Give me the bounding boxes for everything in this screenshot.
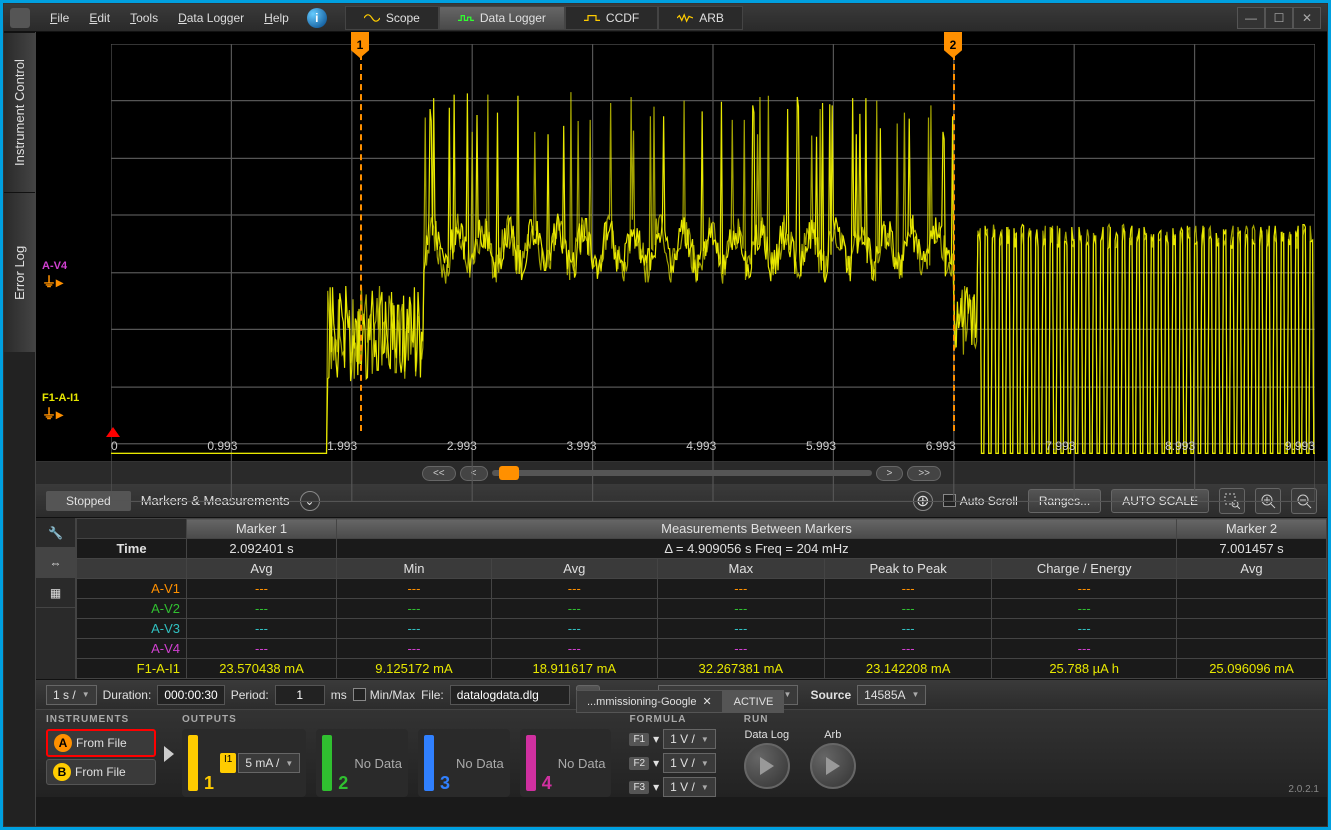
instruments-header: INSTRUMENTS — [46, 714, 156, 725]
run-arb-button[interactable] — [810, 743, 856, 789]
run-datalog-button[interactable] — [744, 743, 790, 789]
source-label: Source — [810, 688, 851, 702]
run-header: RUN — [744, 714, 856, 725]
y-label-v4: A-V4⏚▸ — [42, 260, 67, 292]
source-select[interactable]: 14585A — [857, 685, 926, 705]
scroll-handle[interactable] — [499, 466, 519, 480]
play-icon[interactable] — [164, 724, 174, 784]
waveform-plot — [111, 44, 1315, 502]
menu-tools[interactable]: Tools — [120, 7, 168, 29]
sidetab-error-log[interactable]: Error Log — [4, 192, 35, 352]
measurement-table: Marker 1 Measurements Between Markers Ma… — [76, 518, 1327, 679]
mode-scope[interactable]: Scope — [345, 6, 439, 30]
app-icon — [10, 8, 30, 28]
delta-freq: Δ = 4.909056 s Freq = 204 mHz — [337, 539, 1177, 559]
file-field[interactable]: datalogdata.dlg — [450, 685, 570, 705]
mode-scope-label: Scope — [386, 11, 420, 25]
table-row: A-V1------------------ — [77, 579, 1327, 599]
output-ch3[interactable]: 3No Data — [418, 729, 510, 797]
y-label-i1: F1-A-I1⏚▸ — [42, 392, 79, 424]
sidetab-instrument-control[interactable]: Instrument Control — [4, 32, 35, 192]
period-field[interactable]: 1 — [275, 685, 325, 705]
instrument-a[interactable]: AFrom File — [46, 729, 156, 757]
output-ch2[interactable]: 2No Data — [316, 729, 408, 797]
menu-edit[interactable]: Edit — [79, 7, 120, 29]
window-maximize[interactable]: ☐ — [1265, 7, 1293, 29]
formula-f2[interactable]: F2▾1 V / — [629, 753, 715, 773]
formula-f3[interactable]: F3▾1 V / — [629, 777, 715, 797]
m1-time: 2.092401 s — [187, 539, 337, 559]
mode-ccdf[interactable]: CCDF — [565, 6, 658, 30]
menu-help[interactable]: Help — [254, 7, 299, 29]
menubar: File Edit Tools Data Logger Help i Scope… — [4, 4, 1327, 32]
hdr-marker1: Marker 1 — [187, 519, 337, 539]
outputs-header: OUTPUTS — [182, 714, 611, 725]
window-minimize[interactable]: — — [1237, 7, 1265, 29]
timebase-select[interactable]: 1 s / — [46, 685, 97, 705]
pulse-icon — [458, 13, 474, 23]
hdr-between: Measurements Between Markers — [337, 519, 1177, 539]
menu-file[interactable]: File — [40, 7, 79, 29]
info-icon[interactable]: i — [307, 8, 327, 28]
dock-tab-active[interactable]: ACTIVE — [723, 690, 785, 713]
mode-arb-label: ARB — [699, 11, 724, 25]
formula-header: FORMULA — [629, 714, 715, 725]
sine-icon — [364, 13, 380, 23]
ch1-range[interactable]: 5 mA / — [238, 753, 300, 773]
meas-tool-3[interactable]: ▦ — [36, 578, 75, 608]
meas-tool-1[interactable]: 🔧 — [36, 518, 75, 548]
period-unit: ms — [331, 688, 347, 702]
close-icon[interactable]: ✕ — [702, 695, 711, 708]
duration-field[interactable]: 000:00:30 — [157, 685, 224, 705]
scroll-track[interactable] — [492, 470, 872, 476]
period-label: Period: — [231, 688, 269, 702]
marker-2-line[interactable] — [953, 54, 955, 431]
version-label: 2.0.2.1 — [1288, 784, 1319, 795]
mode-datalogger[interactable]: Data Logger — [439, 6, 565, 30]
file-label: File: — [421, 688, 444, 702]
formula-f1[interactable]: F1▾1 V / — [629, 729, 715, 749]
x-axis-labels: 00.9931.9932.9933.9934.9935.9936.9937.99… — [111, 439, 1315, 453]
hdr-marker2: Marker 2 — [1177, 519, 1327, 539]
plot-area[interactable]: A-V4⏚▸ F1-A-I1⏚▸ 1 2 00.9931.9932.9933.9… — [36, 32, 1327, 462]
duration-label: Duration: — [103, 688, 152, 702]
mode-arb[interactable]: ARB — [658, 6, 743, 30]
time-label: Time — [77, 539, 187, 559]
mode-datalogger-label: Data Logger — [480, 11, 546, 25]
trigger-indicator — [106, 420, 120, 437]
output-ch1[interactable]: 1 I15 mA / — [182, 729, 306, 797]
table-row: F1-A-I123.570438 mA9.125172 mA18.911617 … — [77, 659, 1327, 679]
mode-ccdf-label: CCDF — [606, 11, 639, 25]
table-row: A-V3------------------ — [77, 619, 1327, 639]
instrument-b[interactable]: BFrom File — [46, 759, 156, 785]
output-ch4[interactable]: 4No Data — [520, 729, 612, 797]
meas-tool-2[interactable]: ⇔ — [36, 548, 75, 578]
window-close[interactable]: ✕ — [1293, 7, 1321, 29]
table-row: A-V2------------------ — [77, 599, 1327, 619]
table-row: A-V4------------------ — [77, 639, 1327, 659]
minmax-check[interactable]: Min/Max — [353, 688, 415, 702]
bottom-dock: ...mmissioning-Google✕ ACTIVE INSTRUMENT… — [36, 709, 1327, 797]
measurement-panel: 🔧 ⇔ ▦ Marker 1 Measurements Between Mark… — [36, 518, 1327, 679]
ccdf-icon — [584, 13, 600, 23]
marker-1-line[interactable] — [360, 54, 362, 431]
arb-icon — [677, 13, 693, 23]
menu-datalogger[interactable]: Data Logger — [168, 7, 254, 29]
m2-time: 7.001457 s — [1177, 539, 1327, 559]
run-arb-label: Arb — [810, 729, 856, 741]
run-datalog-label: Data Log — [744, 729, 790, 741]
dock-tab-1[interactable]: ...mmissioning-Google✕ — [576, 690, 723, 713]
